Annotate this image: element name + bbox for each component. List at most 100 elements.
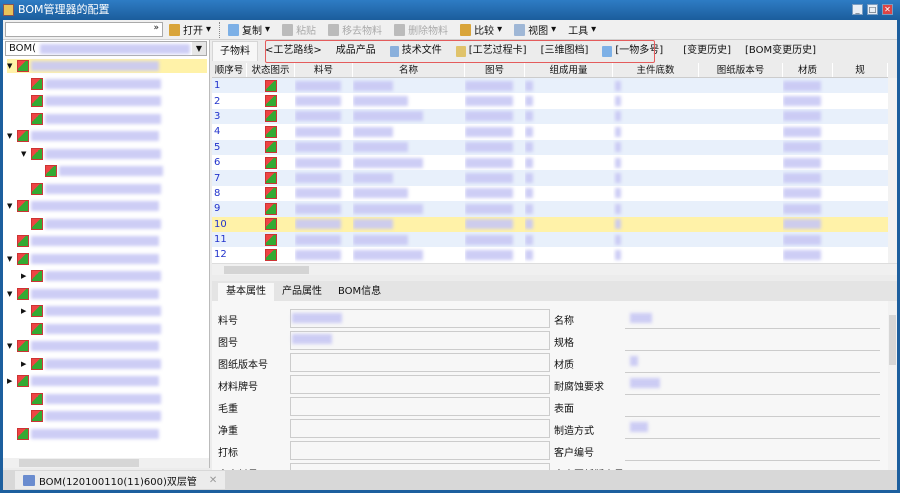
tree-node[interactable]: ▶ [21, 304, 161, 318]
field-input[interactable] [625, 416, 880, 417]
tab-tech-docs[interactable]: 技术文件 [383, 41, 449, 61]
field-input[interactable] [290, 353, 550, 372]
expand-icon[interactable]: ▶ [21, 360, 29, 368]
table-vertical-scrollbar[interactable] [888, 78, 897, 263]
remove-material-button[interactable]: 移去物料 [322, 21, 388, 39]
document-tab[interactable]: BOM(120100110(11)600)双层管 ✕ [15, 471, 226, 489]
bom-tree[interactable]: ▼ ▼ ▼ ▼ ▼ ▶ ▼ ▶ ▼ ▶ ▶ [3, 58, 209, 452]
tree-node[interactable] [21, 322, 161, 336]
tree-node[interactable]: ▼ [21, 147, 161, 161]
tree-node[interactable]: ▼ [7, 252, 159, 266]
field-input[interactable] [625, 438, 880, 439]
column-header[interactable]: 主件底数 [613, 63, 699, 77]
tab-process-route[interactable]: <工艺路线> [258, 41, 329, 61]
tree-node[interactable]: ▼ [7, 339, 159, 353]
tree-node[interactable]: ▶ [21, 269, 161, 283]
expand-icon[interactable]: ▼ [7, 62, 15, 70]
expand-icon[interactable]: ▼ [7, 255, 15, 263]
table-row[interactable]: 7 [212, 170, 888, 186]
table-row[interactable]: 10 [212, 216, 888, 232]
tree-node[interactable] [21, 217, 161, 231]
maximize-button[interactable]: □ [867, 4, 878, 15]
tab-bom-change-history[interactable]: [BOM变更历史] [738, 41, 823, 61]
expand-icon[interactable]: ▼ [7, 202, 15, 210]
tree-node[interactable] [35, 164, 163, 178]
tree-node[interactable]: ▼ [7, 129, 159, 143]
field-input[interactable] [290, 397, 550, 416]
table-horizontal-scrollbar[interactable] [212, 263, 897, 275]
bom-selector[interactable]: BOM(▼ [5, 41, 207, 56]
minimize-button[interactable]: _ [852, 4, 863, 15]
view-button[interactable]: 视图 ▾ [508, 21, 562, 39]
tree-node[interactable] [21, 77, 161, 91]
tab-multi-number[interactable]: [一物多号] [595, 41, 670, 61]
tree-node[interactable]: ▶ [7, 374, 159, 388]
column-header[interactable]: 规 [833, 63, 888, 77]
tree-node[interactable] [21, 182, 161, 196]
field-input[interactable] [625, 328, 880, 329]
tree-node[interactable]: ▼ [7, 59, 207, 73]
table-row[interactable]: 6 [212, 155, 888, 170]
paste-button[interactable]: 粘贴 [276, 21, 322, 39]
tree-node[interactable]: ▼ [7, 287, 159, 301]
tab-sub-materials[interactable]: 子物料 [212, 41, 258, 61]
form-vertical-scrollbar[interactable] [888, 301, 897, 470]
field-input[interactable] [625, 372, 880, 373]
column-header[interactable]: 顺序号 [212, 63, 247, 77]
column-header[interactable]: 图纸版本号 [699, 63, 783, 77]
tree-node[interactable]: ▼ [7, 199, 159, 213]
table-row[interactable]: 12 [212, 247, 888, 262]
tab-product-properties[interactable]: 产品属性 [274, 283, 330, 301]
search-combo[interactable]: » [5, 22, 163, 37]
tree-node[interactable]: ▶ [21, 357, 161, 371]
table-row[interactable]: 11 [212, 231, 888, 248]
expand-icon[interactable]: ▶ [7, 377, 15, 385]
tab-process-card[interactable]: [工艺过程卡] [449, 41, 534, 61]
close-button[interactable]: ✕ [882, 4, 893, 15]
table-row[interactable]: 8 [212, 186, 888, 201]
expand-icon[interactable]: ▼ [7, 290, 15, 298]
field-input[interactable] [290, 441, 550, 460]
table-row[interactable]: 9 [212, 201, 888, 217]
tab-change-history[interactable]: [变更历史] [676, 41, 738, 61]
tree-horizontal-scrollbar[interactable] [3, 458, 209, 468]
compare-button[interactable]: 比较 ▾ [454, 21, 508, 39]
tree-node[interactable] [21, 94, 161, 108]
column-header[interactable]: 图号 [465, 63, 525, 77]
expand-icon[interactable]: ▼ [21, 150, 29, 158]
open-button[interactable]: 打开 ▾ [163, 21, 217, 39]
tab-products[interactable]: 成品产品 [329, 41, 383, 61]
field-input[interactable] [290, 419, 550, 438]
table-row[interactable]: 3 [212, 108, 888, 125]
field-input[interactable] [625, 350, 880, 351]
tab-basic-properties[interactable]: 基本属性 [218, 283, 274, 301]
field-input[interactable] [290, 375, 550, 394]
table-row[interactable]: 2 [212, 93, 888, 108]
column-header[interactable]: 名称 [353, 63, 465, 77]
tree-node[interactable] [7, 427, 159, 441]
table-row[interactable]: 1 [212, 78, 888, 94]
tab-bom-info[interactable]: BOM信息 [330, 283, 389, 301]
expand-icon[interactable]: ▼ [7, 342, 15, 350]
tree-node[interactable] [21, 112, 161, 126]
column-header[interactable]: 材质 [783, 63, 833, 77]
field-input[interactable] [625, 460, 880, 461]
field-input[interactable] [290, 463, 550, 470]
tools-button[interactable]: 工具 ▾ [562, 21, 602, 39]
tree-node[interactable] [7, 234, 159, 248]
tab-3d-docs[interactable]: [三维图档] [534, 41, 596, 61]
column-header[interactable]: 状态图示 [247, 63, 295, 77]
expand-icon[interactable]: ▶ [21, 307, 29, 315]
column-header[interactable]: 料号 [295, 63, 353, 77]
close-tab-icon[interactable]: ✕ [209, 475, 217, 486]
column-header[interactable]: 组成用量 [525, 63, 613, 77]
tree-node[interactable] [21, 392, 161, 406]
dropdown-arrow-icon[interactable]: ▼ [192, 42, 206, 55]
table-row[interactable]: 4 [212, 124, 888, 139]
delete-material-button[interactable]: 删除物料 [388, 21, 454, 39]
table-row[interactable]: 5 [212, 139, 888, 155]
tree-node[interactable] [21, 409, 161, 423]
copy-button[interactable]: 复制 ▾ [222, 21, 276, 39]
field-input[interactable] [625, 394, 880, 395]
expand-icon[interactable]: ▼ [7, 132, 15, 140]
